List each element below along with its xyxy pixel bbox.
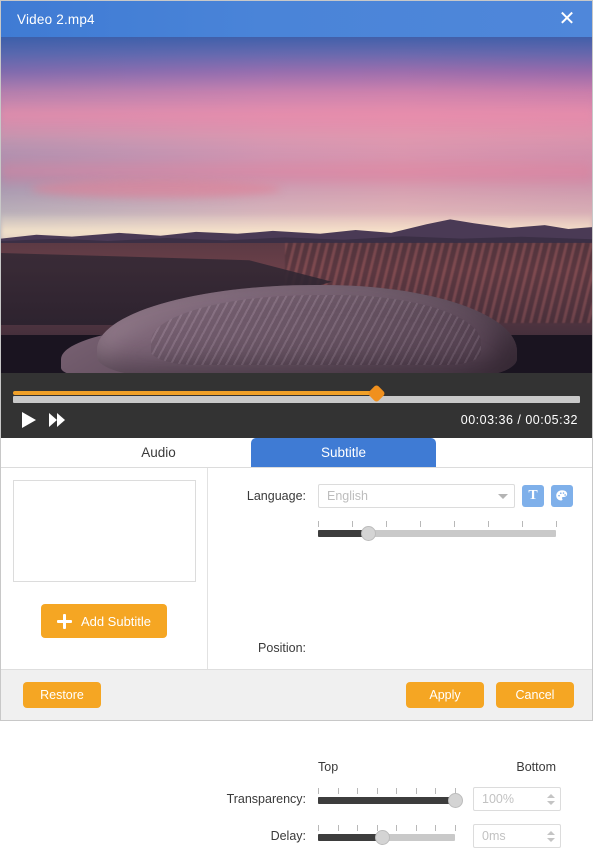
delay-row: Delay: 0ms bbox=[222, 824, 574, 848]
tick-mark bbox=[337, 788, 339, 794]
transport-row: 00:03:36 / 00:05:32 bbox=[15, 407, 578, 433]
position-row: Position: Top Bottom bbox=[222, 521, 574, 774]
window-title: Video 2.mp4 bbox=[17, 11, 95, 27]
arrow-down-icon[interactable] bbox=[547, 800, 555, 805]
tick-mark bbox=[318, 825, 319, 831]
delay-field[interactable]: 0ms bbox=[473, 824, 561, 848]
close-icon[interactable]: ✕ bbox=[556, 8, 578, 30]
tick-mark bbox=[376, 825, 378, 831]
position-label: Position: bbox=[258, 640, 306, 655]
position-max-label: Bottom bbox=[516, 760, 556, 774]
play-icon[interactable] bbox=[15, 408, 43, 432]
tick-mark bbox=[522, 521, 523, 527]
tab-bar: Audio Subtitle bbox=[1, 438, 592, 468]
tick-mark bbox=[396, 825, 398, 831]
subtitle-settings-pane: Language: English T Position: Top Bottom… bbox=[208, 468, 592, 848]
subtitle-settings-window: Video 2.mp4 ✕ 00:03:36 / 00:05:32 Audio … bbox=[0, 0, 593, 848]
tick-mark bbox=[415, 825, 417, 831]
language-row: Language: English T bbox=[222, 484, 574, 508]
subtitle-list[interactable] bbox=[12, 480, 196, 582]
transparency-slider[interactable] bbox=[318, 788, 463, 810]
delay-value: 0ms bbox=[482, 829, 506, 843]
language-label: Language: bbox=[246, 489, 306, 503]
tick-mark bbox=[386, 521, 387, 527]
delay-ticks bbox=[318, 825, 456, 831]
language-select[interactable]: English bbox=[318, 484, 515, 508]
tick-mark bbox=[318, 788, 319, 794]
tick-mark bbox=[318, 521, 319, 527]
seek-track[interactable] bbox=[13, 396, 580, 403]
chevron-down-icon bbox=[498, 493, 508, 499]
tick-mark bbox=[357, 788, 359, 794]
subtitle-list-pane: Add Subtitle bbox=[1, 468, 208, 669]
tick-mark bbox=[420, 521, 421, 527]
position-slider[interactable] bbox=[318, 521, 557, 759]
delay-fill bbox=[318, 834, 383, 841]
tick-mark bbox=[396, 788, 398, 794]
tick-mark bbox=[488, 521, 489, 527]
tab-audio[interactable]: Audio bbox=[66, 438, 251, 467]
arrow-down-icon[interactable] bbox=[547, 837, 555, 842]
tab-subtitle[interactable]: Subtitle bbox=[251, 438, 436, 467]
plus-icon bbox=[56, 613, 72, 629]
transparency-row: Transparency: 100% bbox=[222, 787, 574, 811]
panel-content: Add Subtitle Language: English T Positio… bbox=[1, 468, 592, 848]
transparency-ticks bbox=[318, 788, 456, 794]
tick-mark bbox=[415, 788, 417, 794]
position-ticks bbox=[318, 521, 557, 527]
delay-label: Delay: bbox=[270, 829, 306, 843]
tick-mark bbox=[376, 788, 378, 794]
transparency-label: Transparency: bbox=[226, 792, 306, 806]
position-end-labels: Top Bottom bbox=[318, 760, 556, 774]
video-preview[interactable] bbox=[1, 37, 592, 373]
tick-mark bbox=[352, 521, 353, 527]
color-palette-button[interactable] bbox=[551, 485, 573, 507]
fast-forward-icon[interactable] bbox=[43, 408, 71, 432]
spinner-arrows-icon[interactable] bbox=[547, 830, 555, 842]
transparency-field[interactable]: 100% bbox=[473, 787, 561, 811]
tick-mark bbox=[357, 825, 359, 831]
add-subtitle-label: Add Subtitle bbox=[80, 613, 152, 629]
tick-mark bbox=[455, 825, 456, 831]
tick-mark bbox=[454, 521, 455, 527]
tick-mark bbox=[435, 825, 437, 831]
title-bar: Video 2.mp4 ✕ bbox=[1, 1, 592, 37]
cloud-band-upper bbox=[1, 95, 592, 141]
time-display: 00:03:36 / 00:05:32 bbox=[460, 413, 578, 427]
language-value: English bbox=[327, 489, 368, 503]
add-subtitle-button[interactable]: Add Subtitle bbox=[41, 604, 167, 638]
delay-slider[interactable] bbox=[318, 825, 456, 847]
seek-played bbox=[13, 391, 376, 395]
position-handle[interactable] bbox=[360, 526, 376, 541]
restore-button[interactable]: Restore bbox=[23, 682, 101, 708]
player-controls: 00:03:36 / 00:05:32 bbox=[1, 373, 592, 438]
tick-mark bbox=[435, 788, 437, 794]
delay-handle[interactable] bbox=[375, 830, 391, 845]
arrow-up-icon[interactable] bbox=[547, 793, 555, 798]
transparency-handle[interactable] bbox=[448, 793, 463, 808]
position-min-label: Top bbox=[318, 760, 339, 774]
seek-bar[interactable] bbox=[13, 384, 580, 403]
cloud-streak bbox=[31, 180, 281, 198]
spinner-arrows-icon[interactable] bbox=[547, 793, 555, 805]
transparency-fill bbox=[318, 797, 455, 804]
transparency-value: 100% bbox=[482, 792, 514, 806]
font-style-button[interactable]: T bbox=[522, 485, 544, 507]
arrow-up-icon[interactable] bbox=[547, 830, 555, 835]
tick-mark bbox=[337, 825, 339, 831]
tick-mark bbox=[556, 521, 557, 527]
